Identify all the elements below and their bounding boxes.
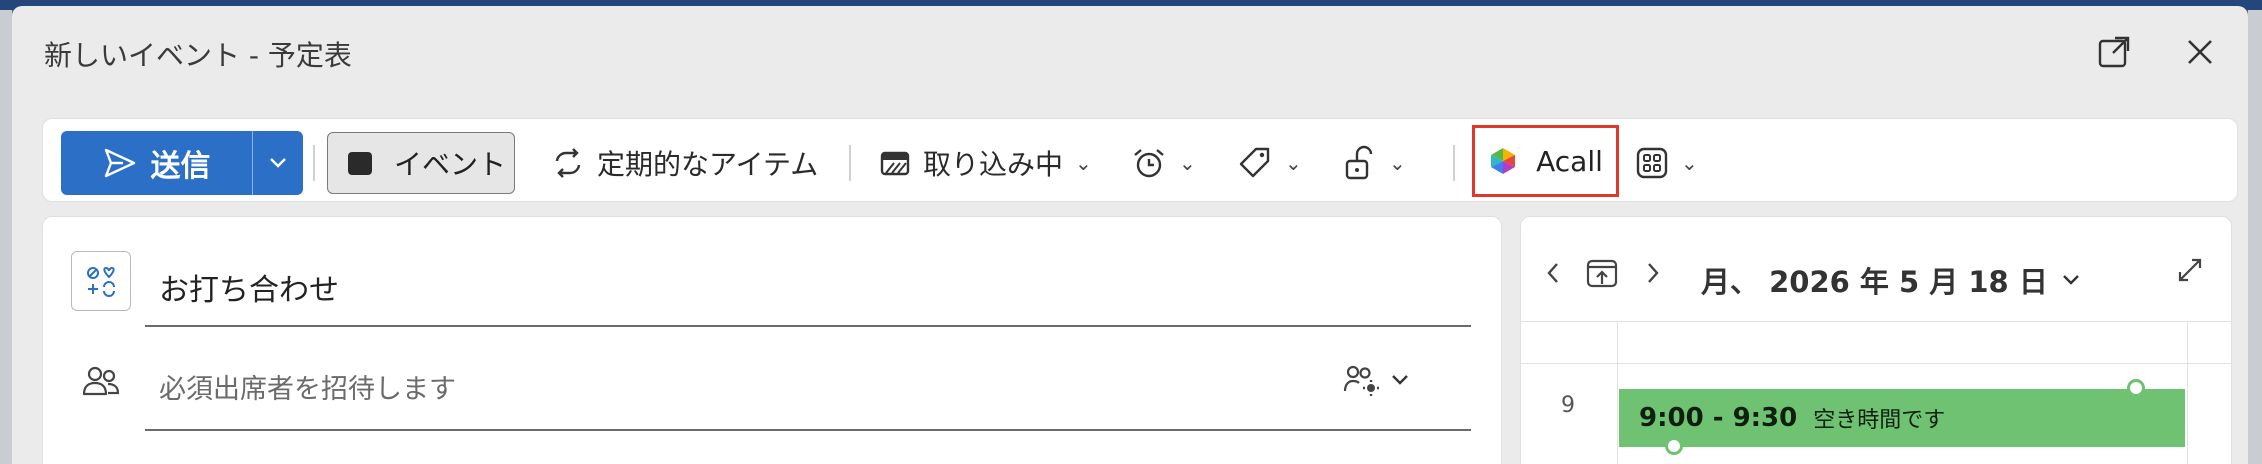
popout-button[interactable] bbox=[2090, 28, 2138, 76]
category-icon bbox=[87, 266, 115, 297]
send-icon bbox=[104, 148, 135, 178]
busy-label: 取り込み中 bbox=[923, 148, 1064, 181]
close-button[interactable] bbox=[2176, 28, 2224, 76]
calendar-preview-panel: 月、 2026 年 5 月 18 日 9 9:00 - 9:30 空き時間です bbox=[1520, 216, 2232, 464]
chevron-right-icon bbox=[1648, 263, 1659, 283]
repeat-icon bbox=[555, 148, 581, 178]
background-app-left bbox=[0, 10, 12, 464]
event-preview-block[interactable]: 9:00 - 9:30 空き時間です bbox=[1619, 389, 2185, 447]
event-time: 9:00 - 9:30 bbox=[1639, 403, 1798, 433]
chevron-down-icon bbox=[2062, 275, 2079, 285]
popout-icon bbox=[2098, 36, 2130, 68]
attendees-icon bbox=[81, 363, 121, 403]
apps-button[interactable]: ⌄ bbox=[1635, 133, 1698, 193]
acall-label: Acall bbox=[1536, 144, 1603, 178]
selected-date: 月、 2026 年 5 月 18 日 bbox=[1701, 265, 2048, 299]
reminder-button[interactable]: ⌄ bbox=[1131, 133, 1196, 193]
chevron-left-icon bbox=[1547, 263, 1558, 283]
send-dropdown-button[interactable] bbox=[253, 131, 303, 195]
acall-logo-icon bbox=[1491, 148, 1516, 174]
go-to-today-button[interactable] bbox=[1585, 255, 1619, 289]
next-day-button[interactable] bbox=[1645, 261, 1661, 285]
hour-label: 9 bbox=[1561, 393, 1575, 418]
unlock-icon bbox=[1345, 145, 1373, 180]
new-event-window: 新しいイベント - 予定表 送信 イベント 定期的なアイテム 取り込み中 ⌄ ⌄… bbox=[12, 6, 2248, 464]
categorize-button[interactable]: ⌄ bbox=[1237, 133, 1302, 193]
chevron-down-icon: ⌄ bbox=[1075, 151, 1092, 175]
expand-icon bbox=[2178, 258, 2202, 282]
title-underline bbox=[145, 325, 1471, 327]
event-type-button[interactable]: イベント bbox=[327, 132, 515, 194]
event-title-input[interactable]: お打ち合わせ bbox=[159, 265, 339, 309]
calendar-today-icon bbox=[1586, 259, 1618, 288]
show-as-button[interactable]: 取り込み中 ⌄ bbox=[879, 133, 1092, 193]
window-title: 新しいイベント - 予定表 bbox=[44, 39, 352, 72]
chevron-down-icon: ⌄ bbox=[1681, 151, 1698, 175]
toolbar-divider bbox=[313, 145, 315, 181]
background-app-right bbox=[2248, 10, 2262, 464]
toolbar-divider bbox=[1453, 145, 1455, 181]
event-status: 空き時間です bbox=[1813, 408, 1946, 433]
send-button[interactable]: 送信 bbox=[61, 131, 253, 195]
acall-addin-button[interactable]: Acall bbox=[1472, 125, 1619, 197]
attendees-underline bbox=[145, 429, 1471, 431]
sensitivity-button[interactable]: ⌄ bbox=[1343, 133, 1406, 193]
required-attendees-input[interactable]: 必須出席者を招待します bbox=[159, 367, 456, 406]
grid-line bbox=[1617, 321, 1618, 464]
calendar-icon bbox=[348, 152, 372, 175]
busy-status-icon bbox=[880, 151, 910, 176]
recurring-button[interactable]: 定期的なアイテム bbox=[551, 133, 818, 193]
alarm-clock-icon bbox=[1134, 149, 1164, 178]
recurring-label: 定期的なアイテム bbox=[597, 148, 819, 181]
chevron-down-icon bbox=[1392, 375, 1408, 385]
title-bar: 新しいイベント - 予定表 bbox=[12, 6, 2248, 102]
grid-line bbox=[1521, 363, 2231, 364]
grid-line bbox=[1521, 321, 2231, 322]
send-label: 送信 bbox=[150, 149, 211, 184]
expand-calendar-button[interactable] bbox=[2177, 257, 2203, 283]
resize-handle-bottom[interactable] bbox=[1665, 437, 1683, 455]
ribbon-toolbar: 送信 イベント 定期的なアイテム 取り込み中 ⌄ ⌄ ⌄ ⌄ Acall ⌄ bbox=[42, 118, 2238, 202]
apps-grid-icon bbox=[1636, 147, 1668, 179]
event-type-label: イベント bbox=[394, 148, 507, 181]
chevron-down-icon bbox=[270, 158, 286, 168]
previous-day-button[interactable] bbox=[1545, 261, 1561, 285]
send-split-button: 送信 bbox=[61, 131, 303, 195]
chevron-down-icon: ⌄ bbox=[1285, 151, 1302, 175]
chevron-down-icon: ⌄ bbox=[1389, 151, 1406, 175]
resize-handle-top[interactable] bbox=[2127, 379, 2145, 397]
event-details-panel: お打ち合わせ 必須出席者を招待します bbox=[42, 216, 1502, 464]
close-icon bbox=[2188, 40, 2212, 64]
people-settings-icon bbox=[1343, 365, 1379, 396]
date-picker-button[interactable]: 月、 2026 年 5 月 18 日 bbox=[1701, 259, 2080, 301]
chevron-down-icon: ⌄ bbox=[1179, 151, 1196, 175]
category-picker[interactable] bbox=[71, 251, 131, 311]
attendee-options-button[interactable] bbox=[1343, 363, 1409, 397]
toolbar-divider bbox=[849, 145, 851, 181]
grid-line bbox=[2187, 321, 2188, 464]
tag-icon bbox=[1239, 147, 1270, 178]
